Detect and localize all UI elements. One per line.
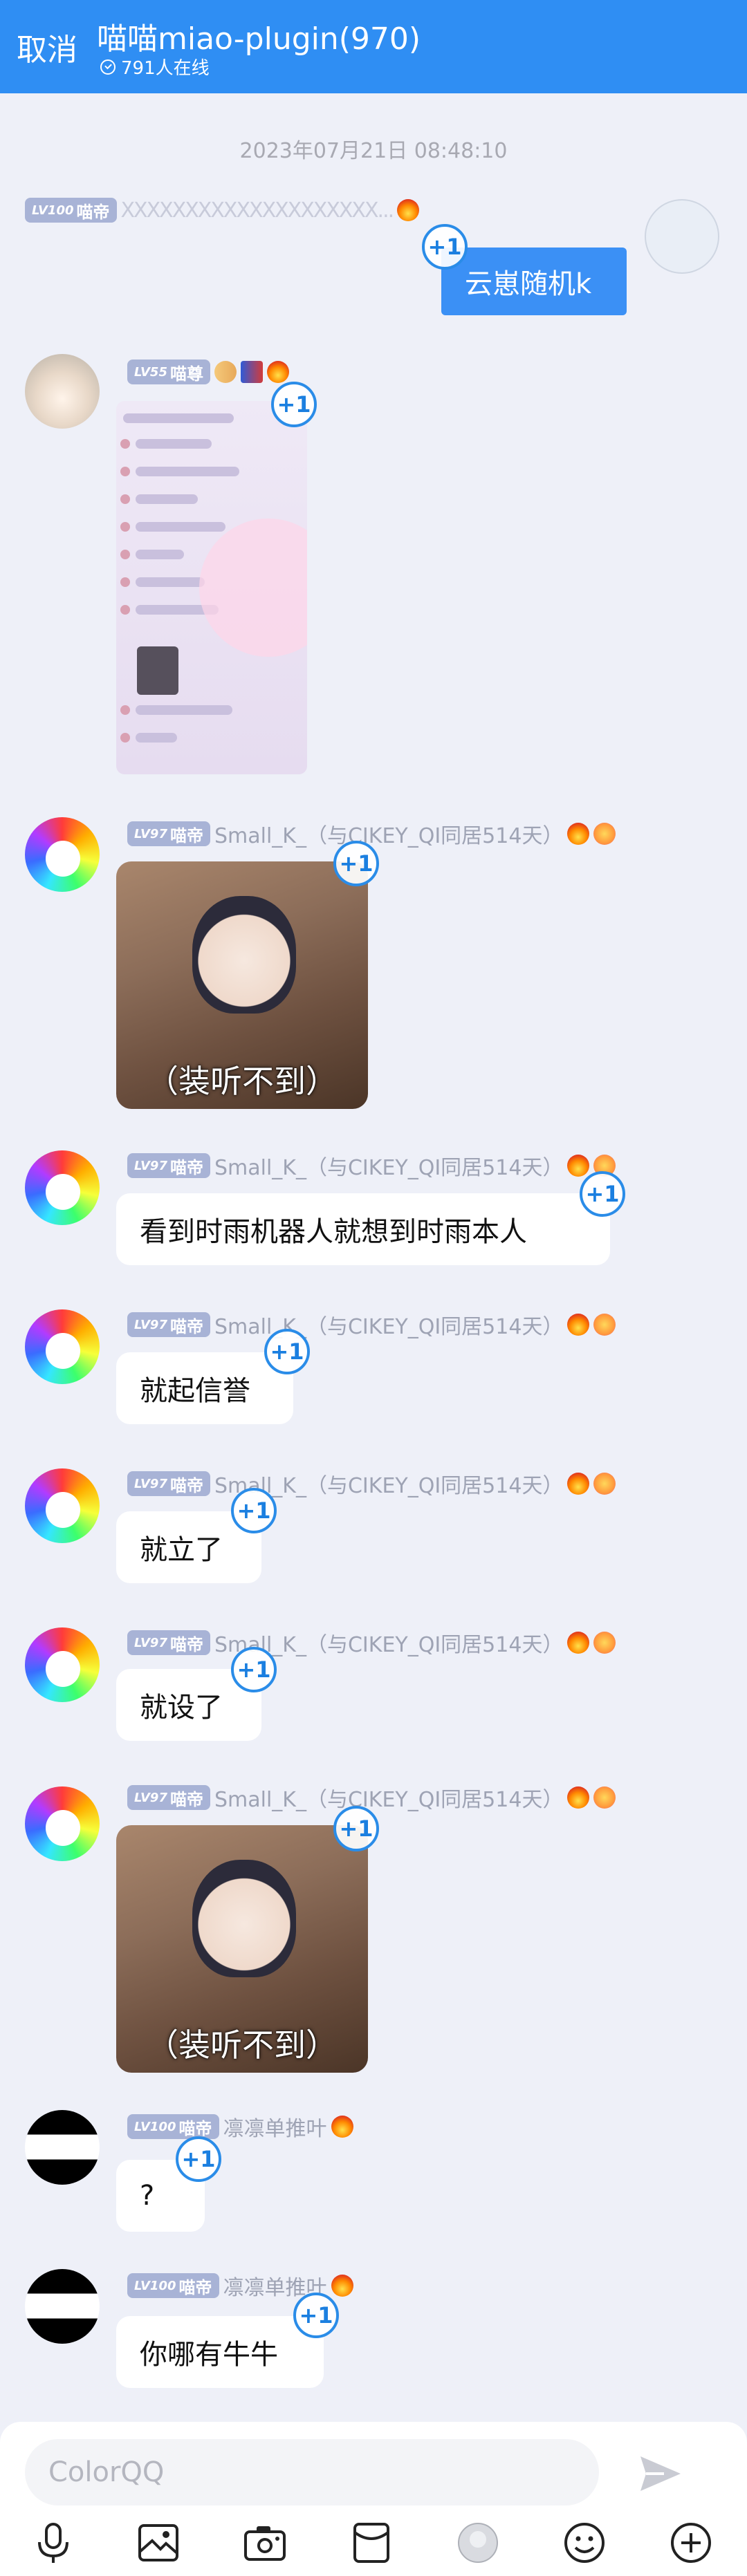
sticker-caption: （装听不到） <box>147 2026 338 2064</box>
level-badge: LV100 喵帝 <box>127 2273 219 2298</box>
message-header: LV55 喵尊 <box>127 360 289 384</box>
fire-icon <box>567 1632 590 1654</box>
avatar[interactable] <box>645 199 719 274</box>
avatar[interactable] <box>25 1786 100 1861</box>
message-timestamp: 2023年07月21日 08:48:10 <box>239 139 508 163</box>
level-badge: LV97 喵帝 <box>127 821 210 846</box>
plus-icon <box>671 2523 711 2563</box>
message-input[interactable]: ColorQQ <box>25 2439 599 2505</box>
message-header: LV97 喵帝 Small_K_（与CIKEY_QI同居514天） <box>127 1782 616 1813</box>
cancel-button[interactable]: 取消 <box>17 25 77 69</box>
plus-one-button[interactable]: +1 <box>231 1488 277 1533</box>
chat-header: 取消 喵喵miao-plugin(970) 791人在线 <box>0 0 747 93</box>
message-header: LV97 喵帝 Small_K_（与CIKEY_QI同居514天） <box>127 1468 616 1499</box>
online-count-text: 791人在线 <box>121 58 210 79</box>
sender-name[interactable]: Small_K_（与CIKEY_QI同居514天） <box>214 1782 563 1813</box>
level-badge: LV97 喵帝 <box>127 1471 210 1496</box>
input-bar: ColorQQ <box>0 2422 747 2576</box>
sender-name[interactable]: Small_K_（与CIKEY_QI同居514天） <box>214 819 563 849</box>
face-icon <box>593 823 616 845</box>
screenshot-image[interactable] <box>116 401 307 774</box>
level-badge: LV55 喵尊 <box>127 360 210 384</box>
plus-one-button[interactable]: +1 <box>176 2136 221 2182</box>
fire-icon <box>397 199 420 221</box>
microphone-button[interactable] <box>29 2519 77 2567</box>
avatar[interactable] <box>25 1150 100 1225</box>
face-icon <box>593 1786 616 1809</box>
send-icon <box>640 2456 681 2491</box>
fire-icon <box>567 1473 590 1495</box>
camera-icon <box>244 2526 286 2561</box>
avatar[interactable] <box>25 354 100 429</box>
plus-one-button[interactable]: +1 <box>271 382 317 427</box>
avatar[interactable] <box>25 1309 100 1384</box>
face-icon <box>593 1473 616 1495</box>
red-packet-button[interactable] <box>347 2519 396 2567</box>
plus-one-button[interactable]: +1 <box>333 841 379 886</box>
avatar[interactable] <box>25 2110 100 2185</box>
plus-one-button[interactable]: +1 <box>231 1647 277 1692</box>
fire-icon <box>567 1314 590 1336</box>
flag-icon <box>240 361 263 383</box>
fire-icon <box>567 1155 590 1177</box>
avatar[interactable] <box>25 1468 100 1543</box>
fire-icon <box>567 1786 590 1809</box>
avatar[interactable] <box>25 2269 100 2344</box>
online-count[interactable]: 791人在线 <box>100 54 210 80</box>
level-badge: LV97 喵帝 <box>127 1630 210 1655</box>
send-button[interactable] <box>636 2449 685 2498</box>
fire-icon <box>331 2116 353 2138</box>
avatar-icon <box>458 2523 498 2563</box>
sender-name[interactable]: Small_K_（与CIKEY_QI同居514天） <box>214 1309 563 1340</box>
online-status-icon <box>100 59 116 75</box>
avatar-button[interactable] <box>454 2519 502 2567</box>
plus-one-button[interactable]: +1 <box>293 2293 339 2338</box>
level-badge: LV100 喵帝 <box>127 2114 219 2139</box>
emoji-button[interactable] <box>560 2519 609 2567</box>
message-header: LV97 喵帝 Small_K_（与CIKEY_QI同居514天） <box>127 1309 616 1340</box>
level-badge: LV100 喵帝 <box>25 198 117 223</box>
plus-one-button[interactable]: +1 <box>333 1806 379 1851</box>
message-header: LV100 喵帝 XXXXXXXXXXXXXXXXXXXX... <box>25 198 420 223</box>
fire-icon <box>567 823 590 845</box>
microphone-icon <box>38 2523 68 2563</box>
message-bubble[interactable]: 你哪有牛牛 <box>116 2316 324 2388</box>
camera-button[interactable] <box>241 2519 289 2567</box>
level-badge: LV97 喵帝 <box>127 1153 210 1178</box>
red-packet-icon <box>353 2523 389 2563</box>
sticker-image[interactable]: （装听不到） <box>116 861 368 1109</box>
level-badge: LV97 喵帝 <box>127 1785 210 1810</box>
message-header: LV100 喵帝 凛凛单推叶 <box>127 2111 353 2142</box>
picture-icon <box>138 2524 178 2561</box>
message-bubble[interactable]: 云崽随机k <box>441 248 627 315</box>
picture-button[interactable] <box>134 2519 183 2567</box>
message-header: LV97 喵帝 Small_K_（与CIKEY_QI同居514天） <box>127 1627 616 1658</box>
message-header: LV97 喵帝 Small_K_（与CIKEY_QI同居514天） <box>127 819 616 849</box>
sticker-caption: （装听不到） <box>147 1063 338 1100</box>
chat-title: 喵喵miao-plugin(970) <box>97 21 421 57</box>
message-header: LV97 喵帝 Small_K_（与CIKEY_QI同居514天） <box>127 1150 616 1181</box>
plus-one-button[interactable]: +1 <box>264 1329 310 1374</box>
more-button[interactable] <box>667 2519 715 2567</box>
fire-icon <box>331 2275 353 2297</box>
face-icon <box>593 1314 616 1336</box>
plus-one-button[interactable]: +1 <box>580 1171 625 1217</box>
message-bubble[interactable]: 看到时雨机器人就想到时雨本人 <box>116 1193 610 1265</box>
bread-icon <box>214 361 237 383</box>
level-badge: LV97 喵帝 <box>127 1312 210 1337</box>
emoji-icon <box>564 2523 605 2563</box>
sender-name[interactable]: 凛凛单推叶 <box>223 2111 327 2142</box>
plus-one-button[interactable]: +1 <box>422 224 468 270</box>
sender-name[interactable]: XXXXXXXXXXXXXXXXXXXX... <box>121 198 395 223</box>
avatar[interactable] <box>25 817 100 892</box>
sender-name[interactable]: Small_K_（与CIKEY_QI同居514天） <box>214 1150 563 1181</box>
avatar[interactable] <box>25 1627 100 1702</box>
sticker-image[interactable]: （装听不到） <box>116 1825 368 2073</box>
fire-icon <box>266 361 289 383</box>
face-icon <box>593 1632 616 1654</box>
